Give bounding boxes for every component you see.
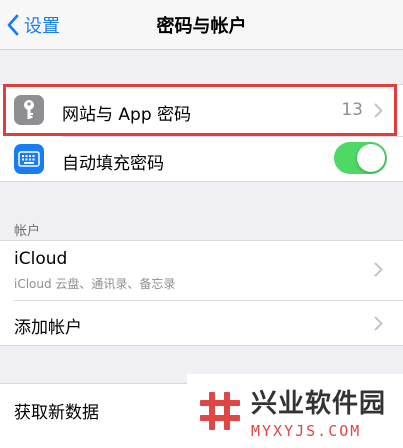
navigation-bar: 设置 密码与帐户 [0, 0, 403, 50]
keyboard-icon [14, 144, 44, 174]
watermark-domain: MYXYJS.COM [251, 421, 362, 440]
icloud-label: iCloud [14, 249, 68, 269]
chevron-right-icon [374, 316, 383, 331]
watermark: 兴业软件园 MYXYJS.COM [187, 374, 403, 448]
highlight-frame [3, 84, 397, 136]
toggle-knob [357, 144, 385, 172]
add-account-row[interactable]: 添加帐户 [0, 301, 403, 346]
accounts-section-header: 帐户 [14, 224, 41, 239]
watermark-name: 兴业软件园 [251, 388, 387, 419]
hash-logo-icon [197, 388, 243, 434]
autofill-toggle[interactable] [334, 142, 387, 174]
chevron-right-icon [374, 262, 383, 277]
page-title: 密码与帐户 [156, 16, 247, 37]
icloud-subtitle: iCloud 云盘、通讯录、备忘录 [14, 277, 176, 291]
icloud-row[interactable]: iCloud iCloud 云盘、通讯录、备忘录 [0, 240, 403, 300]
autofill-passwords-label: 自动填充密码 [62, 154, 164, 174]
fetch-new-data-label: 获取新数据 [14, 403, 99, 423]
add-account-label: 添加帐户 [14, 318, 82, 338]
